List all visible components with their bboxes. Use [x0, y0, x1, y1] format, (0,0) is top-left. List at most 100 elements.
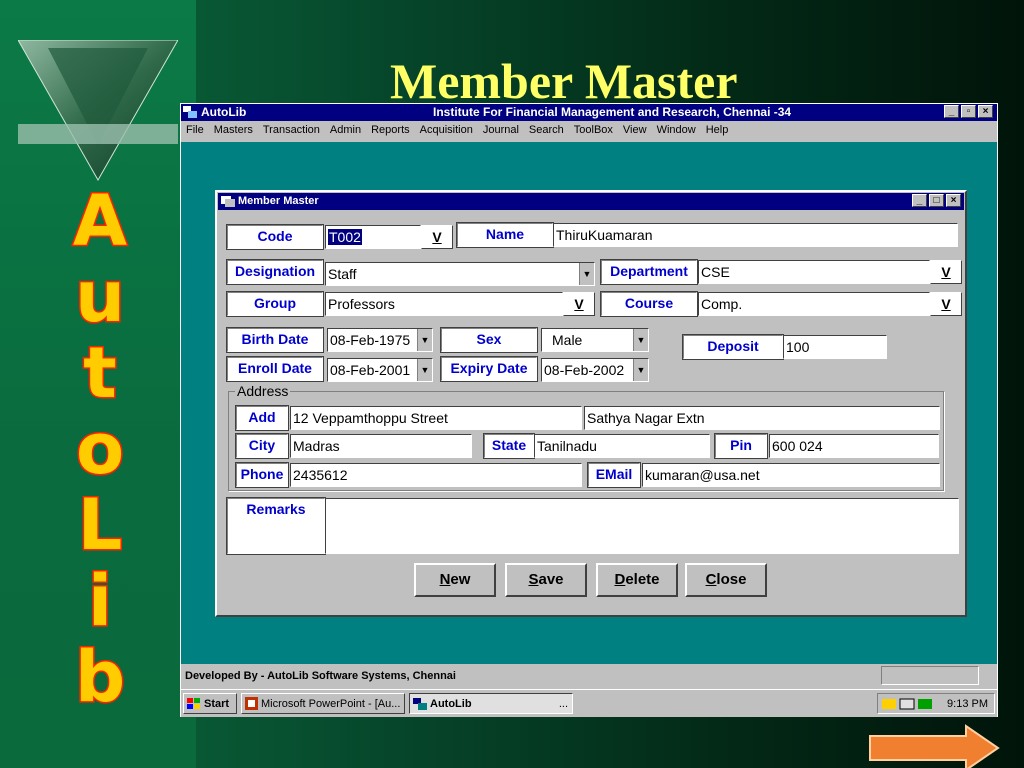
course-field[interactable]: Comp.: [698, 292, 930, 316]
side-letter: A: [71, 180, 128, 262]
side-letter: o: [74, 408, 125, 490]
windows-logo-icon: [187, 697, 200, 709]
maximize-icon[interactable]: □: [929, 194, 944, 207]
menu-acquisition[interactable]: Acquisition: [415, 122, 478, 141]
city-label: City: [235, 433, 289, 459]
dropdown-arrow-icon[interactable]: ▼: [633, 329, 648, 351]
remarks-label: Remarks: [226, 497, 326, 555]
side-letter: i: [87, 560, 114, 642]
code-value: T002: [328, 229, 362, 245]
member-master-title: Member Master: [238, 195, 319, 207]
city-field[interactable]: Madras: [290, 434, 472, 458]
name-field[interactable]: ThiruKuamaran: [553, 223, 958, 247]
deposit-field[interactable]: 100: [783, 335, 887, 359]
form-icon: [221, 196, 235, 207]
close-button[interactable]: Close: [685, 563, 767, 597]
side-letter: b: [73, 636, 126, 718]
state-field[interactable]: Tanilnadu: [534, 434, 710, 458]
close-icon[interactable]: ×: [946, 194, 961, 207]
birth-date-label: Birth Date: [226, 327, 324, 353]
menu-window[interactable]: Window: [652, 122, 701, 141]
expiry-date-value: 08-Feb-2002: [544, 362, 625, 378]
sex-label: Sex: [440, 327, 538, 353]
phone-field[interactable]: 2435612: [290, 463, 582, 487]
powerpoint-icon: [245, 697, 258, 710]
dropdown-arrow-icon[interactable]: ▼: [417, 359, 432, 381]
delete-button[interactable]: Delete: [596, 563, 678, 597]
tray-icons[interactable]: [882, 697, 934, 711]
birth-date-picker[interactable]: 08-Feb-1975 ▼: [327, 328, 433, 352]
minimize-icon[interactable]: _: [912, 194, 927, 207]
email-label: EMail: [587, 462, 641, 488]
menu-transaction[interactable]: Transaction: [258, 122, 325, 141]
pin-field[interactable]: 600 024: [769, 434, 939, 458]
taskbar-item-label: AutoLib: [430, 697, 472, 710]
department-lookup-button[interactable]: V: [930, 260, 962, 284]
status-text: Developed By - AutoLib Software Systems,…: [185, 670, 456, 682]
expiry-date-label: Expiry Date: [440, 356, 538, 382]
menu-journal[interactable]: Journal: [478, 122, 524, 141]
taskbar-item-autolib[interactable]: AutoLib ...: [409, 693, 573, 714]
enroll-date-picker[interactable]: 08-Feb-2001 ▼: [327, 358, 433, 382]
deposit-label: Deposit: [682, 334, 784, 360]
menu-help[interactable]: Help: [701, 122, 734, 141]
taskbar-item-powerpoint[interactable]: Microsoft PowerPoint - [Au...: [241, 693, 405, 714]
side-letter: t: [82, 332, 118, 414]
system-tray: 9:13 PM: [877, 693, 995, 714]
app-subtitle: Institute For Financial Management and R…: [433, 105, 792, 119]
designation-label: Designation: [226, 259, 324, 285]
menu-file[interactable]: File: [181, 122, 209, 141]
status-panel: [881, 666, 979, 685]
name-label: Name: [456, 222, 554, 248]
menu-search[interactable]: Search: [524, 122, 569, 141]
group-lookup-button[interactable]: V: [563, 292, 595, 316]
restore-icon[interactable]: ▫: [961, 105, 976, 118]
code-label: Code: [226, 224, 324, 250]
menu-admin[interactable]: Admin: [325, 122, 366, 141]
dropdown-arrow-icon[interactable]: ▼: [417, 329, 432, 351]
autolib-window: AutoLib Institute For Financial Manageme…: [180, 103, 998, 717]
dropdown-arrow-icon[interactable]: ▼: [633, 359, 648, 381]
save-button[interactable]: Save: [505, 563, 587, 597]
course-lookup-button[interactable]: V: [930, 292, 962, 316]
group-field[interactable]: Professors: [325, 292, 563, 316]
add-label: Add: [235, 405, 289, 431]
minimize-icon[interactable]: _: [944, 105, 959, 118]
address-line2-field[interactable]: Sathya Nagar Extn: [584, 406, 940, 430]
department-label: Department: [600, 259, 698, 285]
address-line1-field[interactable]: 12 Veppamthoppu Street: [290, 406, 582, 430]
group-label: Group: [226, 291, 324, 317]
clock[interactable]: 9:13 PM: [947, 698, 988, 710]
enroll-date-label: Enroll Date: [226, 356, 324, 382]
mdi-workspace: Member Master _ □ × Code T002 V Name Thi…: [181, 142, 997, 664]
app-title: AutoLib: [201, 105, 247, 119]
expiry-date-picker[interactable]: 08-Feb-2002 ▼: [541, 358, 649, 382]
code-field[interactable]: T002: [325, 225, 421, 249]
birth-date-value: 08-Feb-1975: [330, 332, 411, 348]
next-arrow-icon[interactable]: [868, 724, 1002, 768]
pin-label: Pin: [714, 433, 768, 459]
app-titlebar: AutoLib Institute For Financial Manageme…: [181, 104, 997, 121]
designation-select[interactable]: Staff ▼: [325, 262, 595, 286]
menu-reports[interactable]: Reports: [366, 122, 415, 141]
department-field[interactable]: CSE: [698, 260, 930, 284]
code-lookup-button[interactable]: V: [421, 225, 453, 249]
member-master-window: Member Master _ □ × Code T002 V Name Thi…: [215, 190, 967, 617]
taskbar-item-extra: ...: [558, 697, 568, 710]
sex-select[interactable]: Male ▼: [541, 328, 649, 352]
email-field[interactable]: kumaran@usa.net: [642, 463, 940, 487]
menu-view[interactable]: View: [618, 122, 652, 141]
menu-masters[interactable]: Masters: [209, 122, 258, 141]
start-button[interactable]: Start: [183, 693, 237, 714]
dropdown-arrow-icon[interactable]: ▼: [579, 263, 594, 285]
new-button[interactable]: New: [414, 563, 496, 597]
app-icon: [413, 697, 427, 710]
close-icon[interactable]: ×: [978, 105, 993, 118]
address-group-label: Address: [235, 383, 291, 399]
taskbar-item-label: Microsoft PowerPoint - [Au...: [261, 697, 401, 710]
v-logo-icon: [18, 40, 178, 182]
app-icon: [183, 106, 197, 118]
menu-toolbox[interactable]: ToolBox: [569, 122, 618, 141]
side-letter: u: [74, 256, 127, 338]
remarks-field[interactable]: [325, 498, 959, 554]
